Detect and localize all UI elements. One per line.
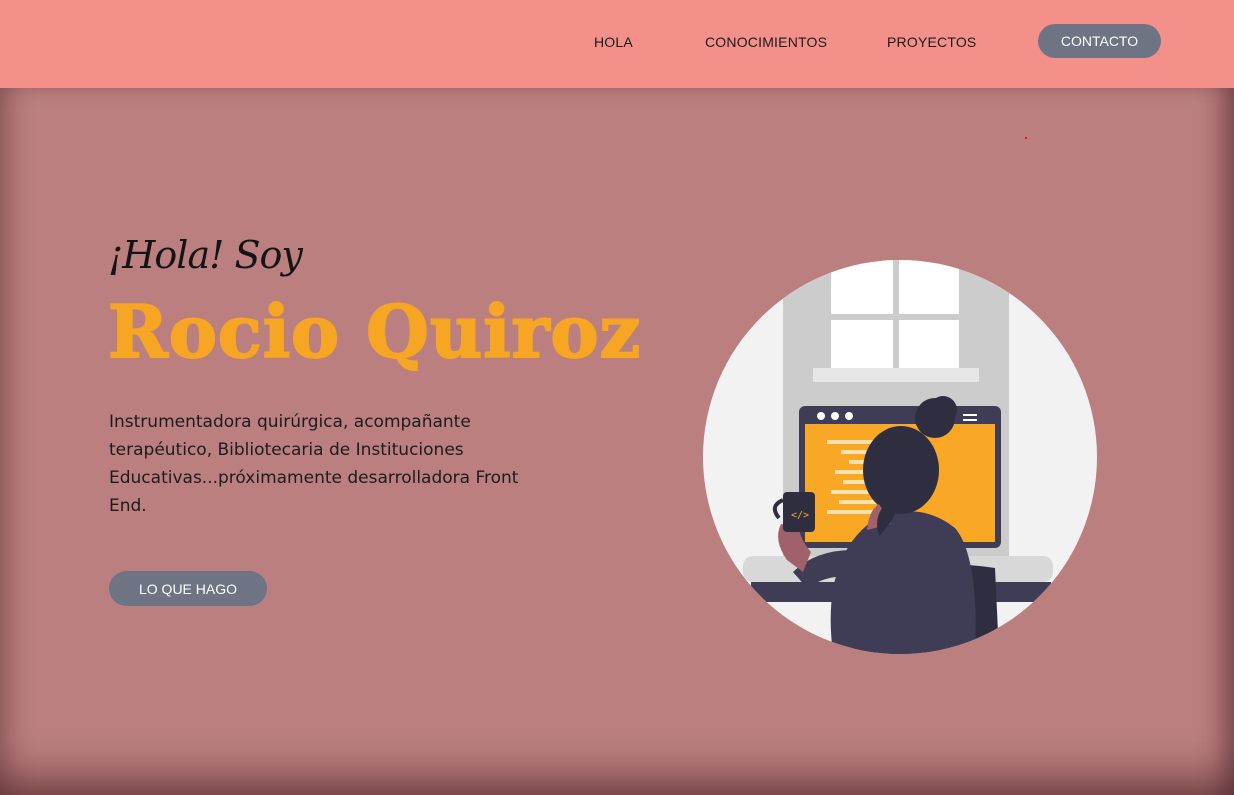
hero-description: Instrumentadora quirúrgica, acompañante … (109, 412, 519, 516)
svg-text:</>: </> (791, 510, 809, 521)
navbar: HOLA CONOCIMIENTOS PROYECTOS CONTACTO (0, 0, 1234, 88)
lo-que-hago-button[interactable]: LO QUE HAGO (109, 571, 267, 606)
contact-button[interactable]: CONTACTO (1038, 24, 1161, 58)
nav-link-hola[interactable]: HOLA (594, 34, 633, 50)
developer-illustration-icon: </> (703, 260, 1097, 654)
nav-link-conocimientos[interactable]: CONOCIMIENTOS (705, 34, 827, 50)
nav-link-proyectos[interactable]: PROYECTOS (887, 34, 976, 50)
hero-name: Rocio Quiroz (107, 289, 642, 374)
decorative-dot (1025, 137, 1027, 139)
hero-greeting: ¡Hola! Soy (108, 233, 303, 277)
